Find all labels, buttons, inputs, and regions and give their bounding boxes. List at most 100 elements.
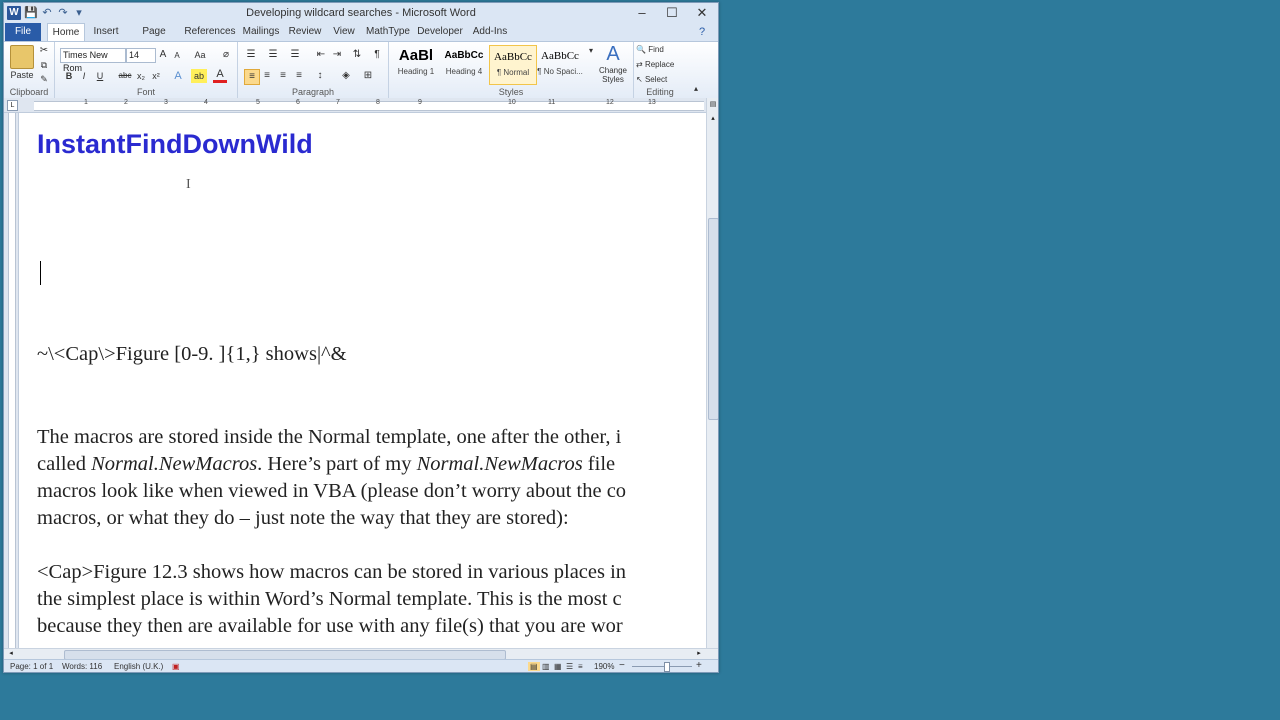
- close-button[interactable]: ✕: [687, 3, 717, 23]
- styles-more-icon[interactable]: ▾: [587, 44, 595, 58]
- line-spacing-icon[interactable]: ↕: [312, 69, 328, 83]
- scroll-left-icon[interactable]: ◂: [6, 649, 16, 657]
- font-color-icon[interactable]: A: [213, 69, 227, 83]
- find-button[interactable]: 🔍 Find: [636, 43, 684, 57]
- minimize-button[interactable]: –: [627, 3, 657, 23]
- vertical-scrollbar[interactable]: ▤ ▴: [706, 98, 718, 649]
- replace-icon: ⇄: [636, 60, 643, 69]
- highlight-color-icon[interactable]: ab: [191, 69, 207, 83]
- text-effects-icon[interactable]: A: [171, 69, 185, 83]
- word-count[interactable]: Words: 116: [62, 662, 102, 671]
- horizontal-ruler[interactable]: L 1 2 3 4 5 6 7 8 9 10 11 12 13: [4, 98, 718, 113]
- tab-selector-icon[interactable]: L: [7, 100, 18, 111]
- tab-file[interactable]: File: [5, 23, 41, 41]
- style-heading-4[interactable]: AaBbCc Heading 4: [441, 45, 487, 83]
- scroll-up-icon[interactable]: ▴: [708, 114, 718, 122]
- editing-label: Editing: [646, 87, 674, 97]
- zoom-in-button[interactable]: +: [696, 660, 702, 671]
- document-page[interactable]: InstantFindDownWild I ~\<Cap\>Figure [0-…: [19, 113, 706, 648]
- zoom-level[interactable]: 190%: [594, 662, 614, 671]
- scroll-right-icon[interactable]: ▸: [694, 649, 704, 657]
- multilevel-list-icon[interactable]: ☰: [288, 48, 302, 62]
- zoom-slider-track[interactable]: [632, 666, 692, 667]
- ruler-tick: 12: [606, 99, 614, 106]
- print-layout-icon[interactable]: ▤: [528, 662, 540, 671]
- paragraph-line: <Cap>Figure 12.3 shows how macros can be…: [37, 561, 627, 583]
- underline-button[interactable]: U: [94, 69, 106, 83]
- ruler-track: [8, 113, 16, 648]
- shrink-font-icon[interactable]: A: [171, 49, 183, 63]
- subscript-button[interactable]: x₂: [135, 69, 147, 83]
- mouse-ibeam-icon: I: [186, 177, 191, 192]
- tab-references[interactable]: References: [184, 23, 236, 41]
- copy-icon[interactable]: ⧉: [38, 58, 50, 72]
- format-painter-icon[interactable]: ✎: [38, 72, 50, 86]
- tab-mathtype[interactable]: MathType: [366, 23, 410, 41]
- style-preview: AaBbCc: [541, 50, 579, 62]
- justify-icon[interactable]: ≡: [292, 69, 306, 83]
- window-title: Developing wildcard searches - Microsoft…: [246, 7, 476, 19]
- language-indicator[interactable]: English (U.K.): [114, 662, 163, 671]
- paragraph-line: called Normal.NewMacros. Here’s part of …: [37, 453, 615, 476]
- proofing-icon[interactable]: ▣: [172, 662, 180, 671]
- tab-page-layout[interactable]: Page Layout: [126, 23, 182, 55]
- ruler-tick: 9: [418, 99, 422, 106]
- bullets-icon[interactable]: ☰: [244, 48, 258, 62]
- bold-button[interactable]: B: [63, 69, 75, 83]
- vertical-scroll-thumb[interactable]: [708, 218, 718, 420]
- full-screen-reading-icon[interactable]: ▥: [542, 662, 550, 671]
- zoom-slider-thumb[interactable]: [664, 662, 670, 672]
- numbering-icon[interactable]: ☰: [266, 48, 280, 62]
- font-name-box[interactable]: Times New Rom: [60, 48, 126, 73]
- text-run: . Here’s part of my: [257, 453, 417, 475]
- italic-button[interactable]: I: [78, 69, 90, 83]
- paste-button[interactable]: Paste: [6, 68, 38, 82]
- style-label: Heading 1: [397, 67, 435, 76]
- clear-formatting-icon[interactable]: ⌀: [219, 48, 233, 62]
- tab-insert[interactable]: Insert: [88, 23, 124, 41]
- tab-review[interactable]: Review: [287, 23, 323, 41]
- tab-home[interactable]: Home: [47, 23, 85, 42]
- tab-add-ins[interactable]: Add-Ins: [470, 23, 510, 41]
- align-right-icon[interactable]: ≡: [276, 69, 290, 83]
- tab-developer[interactable]: Developer: [416, 23, 464, 41]
- ruler-toggle-icon[interactable]: ▤: [708, 100, 718, 110]
- page-count[interactable]: Page: 1 of 1: [10, 662, 53, 671]
- text-run: file: [582, 453, 616, 475]
- draft-icon[interactable]: ≡: [578, 662, 583, 671]
- tab-mailings[interactable]: Mailings: [240, 23, 282, 41]
- maximize-button[interactable]: ☐: [657, 3, 687, 23]
- replace-button[interactable]: ⇄ Replace: [636, 58, 684, 72]
- sort-icon[interactable]: ⇅: [350, 48, 364, 62]
- superscript-button[interactable]: x²: [150, 69, 162, 83]
- help-icon[interactable]: ?: [692, 23, 712, 41]
- shading-icon[interactable]: ◈: [338, 69, 354, 83]
- grow-font-icon[interactable]: A: [157, 48, 169, 62]
- change-styles-button[interactable]: Change Styles: [595, 66, 631, 84]
- increase-indent-icon[interactable]: ⇥: [330, 48, 344, 62]
- cut-icon[interactable]: ✂: [38, 44, 50, 58]
- paragraph-line: because they then are available for use …: [37, 615, 623, 637]
- change-styles-icon[interactable]: A: [597, 44, 629, 64]
- change-case-icon[interactable]: Aa: [191, 48, 209, 62]
- style-normal[interactable]: AaBbCc ¶ Normal: [489, 45, 537, 85]
- style-heading-1[interactable]: AaBl Heading 1: [393, 45, 439, 83]
- borders-icon[interactable]: ⊞: [360, 69, 376, 83]
- align-left-icon[interactable]: ≡: [244, 69, 260, 85]
- vertical-ruler[interactable]: [4, 113, 19, 648]
- style-no-spacing[interactable]: AaBbCc ¶ No Spaci...: [537, 45, 583, 83]
- web-layout-icon[interactable]: ▦: [554, 662, 562, 671]
- paste-icon[interactable]: [10, 45, 34, 69]
- zoom-out-button[interactable]: −: [619, 660, 625, 671]
- select-label: Select: [644, 75, 668, 84]
- strikethrough-button[interactable]: abc: [117, 69, 133, 83]
- align-center-icon[interactable]: ≡: [260, 69, 274, 83]
- paragraph-line: the simplest place is within Word’s Norm…: [37, 588, 622, 610]
- select-button[interactable]: ↖ Select: [636, 73, 684, 87]
- tab-view[interactable]: View: [328, 23, 360, 41]
- font-size-box[interactable]: 14: [126, 48, 156, 63]
- decrease-indent-icon[interactable]: ⇤: [314, 48, 328, 62]
- show-formatting-button[interactable]: ¶: [370, 48, 384, 62]
- outline-icon[interactable]: ☰: [566, 662, 573, 671]
- collapse-ribbon-icon[interactable]: ▴: [690, 82, 702, 96]
